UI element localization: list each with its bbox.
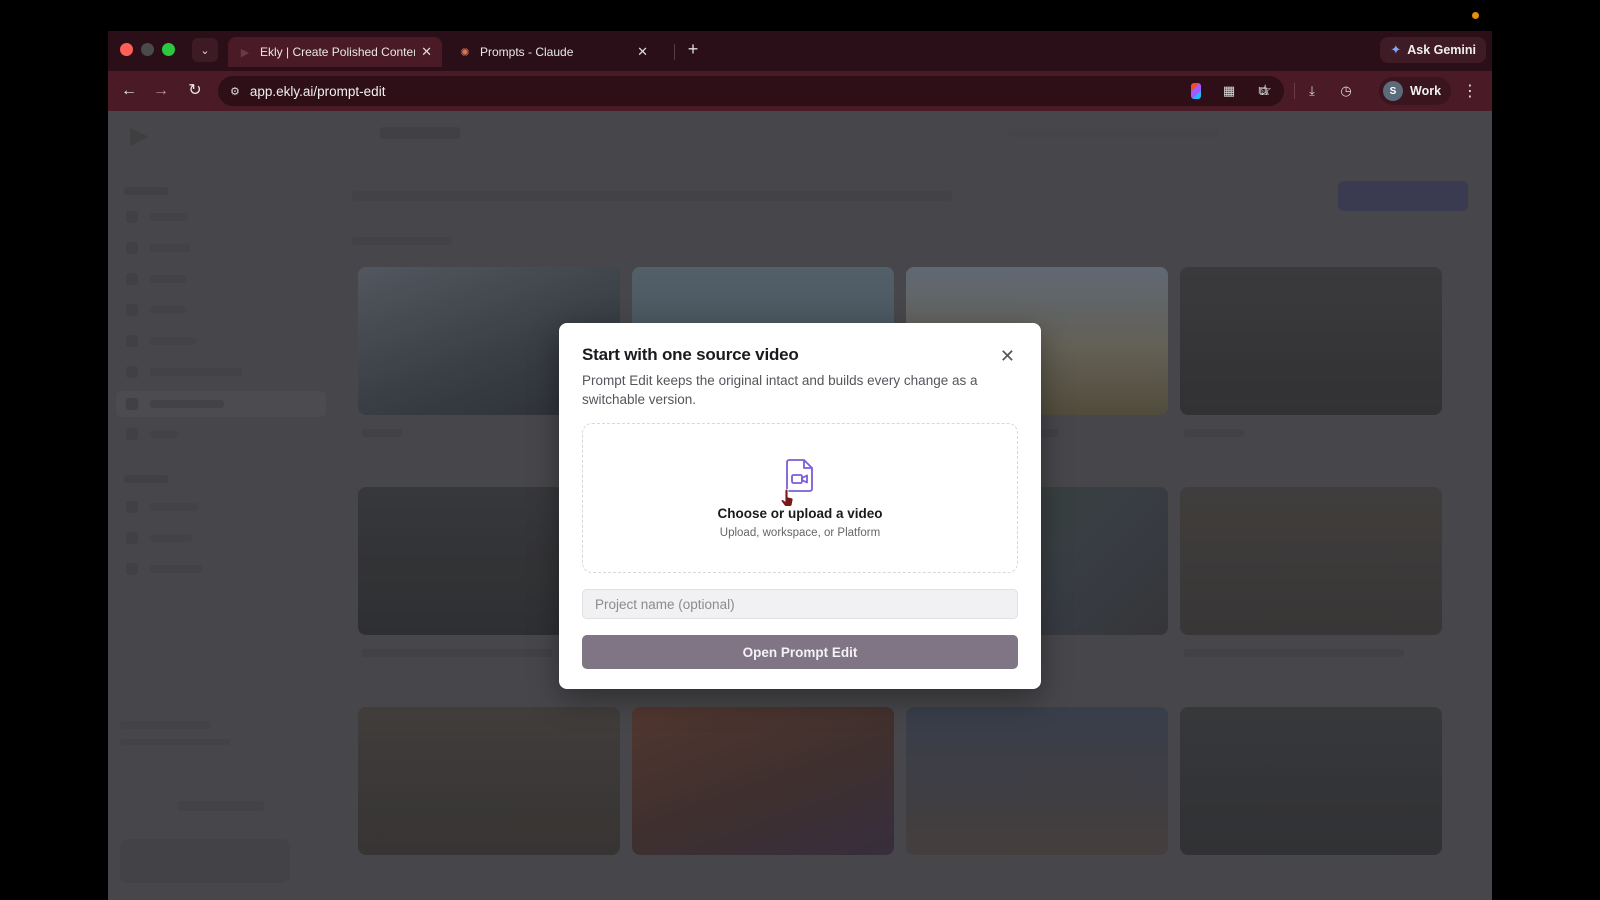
- video-file-icon: [786, 459, 813, 492]
- dropzone-subtitle: Upload, workspace, or Platform: [719, 527, 881, 539]
- tab-search-button[interactable]: ⌄: [192, 38, 218, 62]
- window-close-button[interactable]: [120, 43, 133, 56]
- back-arrow-icon[interactable]: ←: [118, 81, 140, 101]
- url-text[interactable]: app.ekly.ai/prompt-edit: [250, 84, 386, 99]
- extensions-puzzle-icon[interactable]: ⧉: [1255, 83, 1271, 99]
- recording-indicator: [1472, 12, 1479, 19]
- new-tab-icon[interactable]: +: [682, 39, 704, 60]
- screen: ⌄ ▶ Ekly | Create Polished Content ✕ ✺ P…: [0, 0, 1600, 900]
- extension-grid-icon[interactable]: ▦: [1221, 83, 1237, 99]
- tab-strip: ⌄ ▶ Ekly | Create Polished Content ✕ ✺ P…: [108, 31, 1492, 71]
- browser-menu-icon[interactable]: ⋮: [1462, 81, 1478, 101]
- modal-title: Start with one source video: [582, 345, 799, 364]
- modal-description: Prompt Edit keeps the original intact an…: [582, 373, 978, 407]
- chevron-down-icon: ⌄: [200, 44, 210, 57]
- ask-gemini-button[interactable]: ✦ Ask Gemini: [1380, 37, 1486, 63]
- figma-extension-icon[interactable]: [1191, 83, 1201, 99]
- hand-cursor-icon: [780, 489, 794, 507]
- ask-gemini-label: Ask Gemini: [1407, 43, 1476, 57]
- ekly-favicon-icon: ▶: [240, 46, 250, 59]
- gemini-sparkle-icon: ✦: [1390, 42, 1402, 57]
- tab-close-icon[interactable]: ✕: [637, 44, 648, 60]
- tab-claude[interactable]: ✺ Prompts - Claude ✕: [448, 37, 658, 67]
- source-video-modal: Start with one source video ✕ Prompt Edi…: [559, 323, 1041, 689]
- address-bar[interactable]: ⚙ app.ekly.ai/prompt-edit ☆: [218, 76, 1284, 106]
- forward-arrow-icon[interactable]: →: [150, 81, 172, 101]
- open-prompt-edit-button[interactable]: Open Prompt Edit: [582, 635, 1018, 669]
- history-icon[interactable]: ◷: [1338, 83, 1354, 99]
- project-name-input[interactable]: [582, 589, 1018, 619]
- browser-toolbar: ← → ↻ ⚙ app.ekly.ai/prompt-edit ☆ ▦ ⧉ ⤓ …: [108, 71, 1492, 111]
- close-icon[interactable]: ✕: [1000, 347, 1015, 365]
- tab-divider: [674, 44, 675, 60]
- tab-ekly[interactable]: ▶ Ekly | Create Polished Content ✕: [228, 37, 442, 67]
- profile-avatar: S: [1383, 81, 1403, 101]
- profile-name: Work: [1410, 84, 1442, 98]
- window-maximize-button[interactable]: [162, 43, 175, 56]
- window-minimize-button[interactable]: [141, 43, 154, 56]
- tab-close-icon[interactable]: ✕: [421, 44, 432, 60]
- tab-title: Ekly | Create Polished Content: [260, 45, 416, 59]
- tab-title: Prompts - Claude: [480, 45, 574, 59]
- site-settings-icon[interactable]: ⚙: [230, 85, 240, 98]
- dropzone-title: Choose or upload a video: [717, 506, 883, 521]
- profile-button[interactable]: S Work: [1379, 77, 1451, 105]
- claude-favicon-icon: ✺: [460, 46, 470, 59]
- reload-icon[interactable]: ↻: [184, 81, 206, 101]
- video-dropzone[interactable]: Choose or upload a video Upload, workspa…: [582, 423, 1018, 573]
- download-icon[interactable]: ⤓: [1304, 83, 1320, 99]
- toolbar-divider: [1294, 83, 1295, 99]
